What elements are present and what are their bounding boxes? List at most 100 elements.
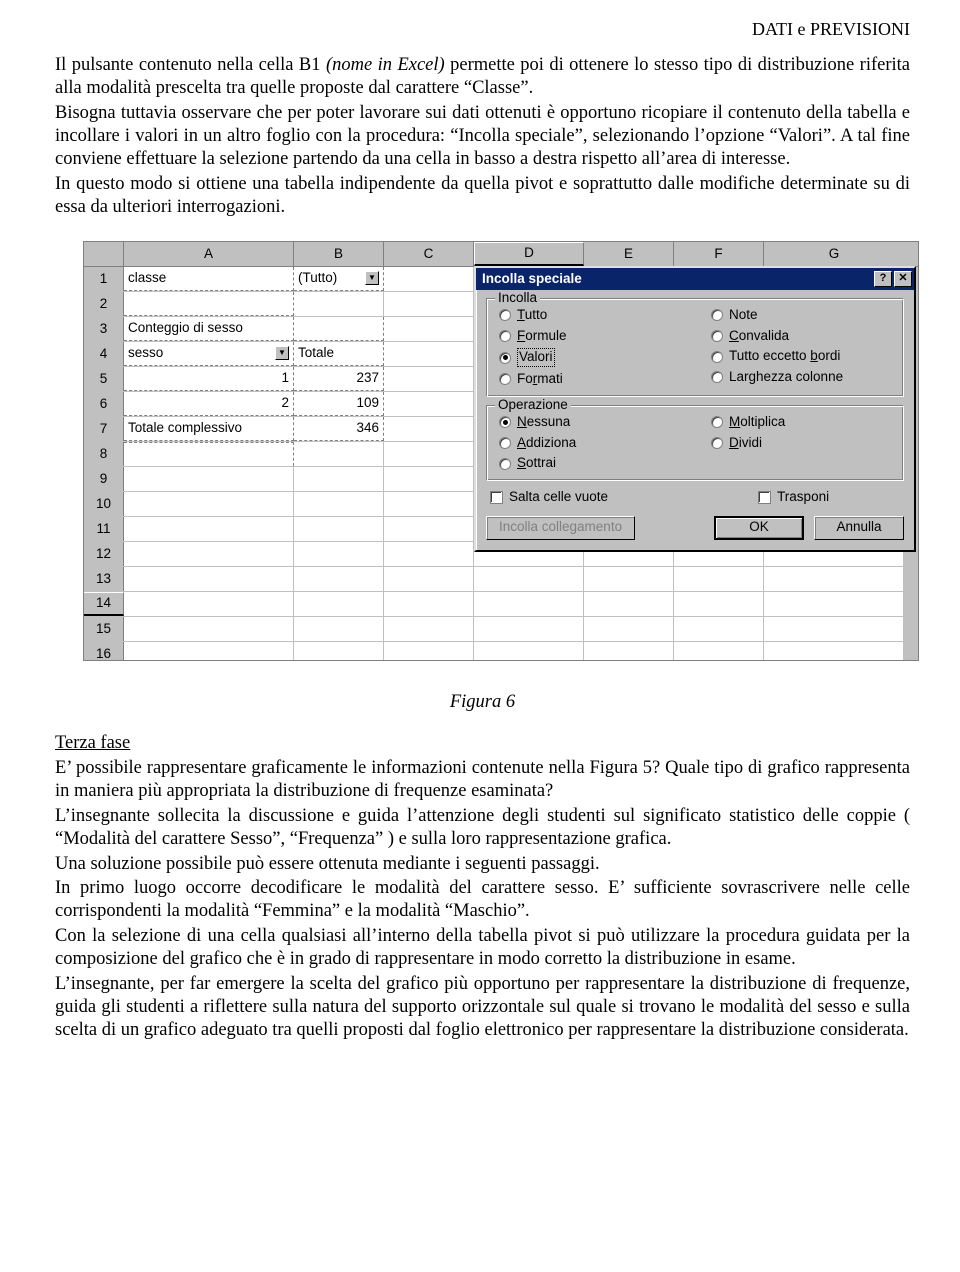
row-num[interactable]: 11: [84, 517, 124, 541]
row-num-7[interactable]: 7: [84, 417, 124, 441]
help-button[interactable]: ?: [874, 271, 892, 287]
cell[interactable]: [124, 617, 294, 641]
cell-c2[interactable]: [384, 292, 474, 316]
radio-moltiplica[interactable]: Moltiplica: [711, 414, 893, 431]
row-num[interactable]: 12: [84, 542, 124, 566]
radio-larghezza-colonne[interactable]: Larghezza colonne: [711, 369, 893, 386]
row-num[interactable]: 10: [84, 492, 124, 516]
radio-formati[interactable]: Formati: [499, 371, 681, 388]
cell-a2[interactable]: [124, 292, 294, 316]
cell[interactable]: [124, 517, 294, 541]
cell-b3[interactable]: [294, 317, 384, 341]
cell[interactable]: [764, 642, 904, 661]
radio-note[interactable]: Note: [711, 307, 893, 324]
row-num-2[interactable]: 2: [84, 292, 124, 316]
cell-c7[interactable]: [384, 417, 474, 441]
cell[interactable]: [474, 567, 584, 591]
radio-sottrai[interactable]: Sottrai: [499, 455, 681, 472]
radio-nessuna[interactable]: Nessuna: [499, 414, 681, 431]
cell-a5[interactable]: 1: [124, 367, 294, 391]
cell-a7[interactable]: Totale complessivo: [124, 417, 294, 441]
col-header-c[interactable]: C: [384, 242, 474, 266]
cell[interactable]: [294, 617, 384, 641]
cell[interactable]: [294, 492, 384, 516]
cell-c5[interactable]: [384, 367, 474, 391]
cell[interactable]: [474, 642, 584, 661]
cell-a8[interactable]: [124, 442, 294, 466]
row-num-3[interactable]: 3: [84, 317, 124, 341]
row-num-6[interactable]: 6: [84, 392, 124, 416]
cell[interactable]: [294, 567, 384, 591]
cell-b6[interactable]: 109: [294, 392, 384, 416]
cell[interactable]: [384, 517, 474, 541]
cell-a4[interactable]: sesso: [124, 342, 294, 366]
cell[interactable]: [764, 592, 904, 616]
row-num-5[interactable]: 5: [84, 367, 124, 391]
cancel-button[interactable]: Annulla: [814, 516, 904, 540]
radio-tutto[interactable]: Tutto: [499, 307, 681, 324]
cell[interactable]: [674, 642, 764, 661]
ok-button[interactable]: OK: [714, 516, 804, 540]
cell-c1[interactable]: [384, 267, 474, 291]
cell[interactable]: [294, 592, 384, 616]
checkbox-transpose[interactable]: Trasponi: [758, 489, 829, 506]
cell[interactable]: [124, 642, 294, 661]
col-header-d[interactable]: D: [474, 242, 584, 266]
cell-a6[interactable]: 2: [124, 392, 294, 416]
cell[interactable]: [294, 517, 384, 541]
cell[interactable]: [384, 592, 474, 616]
cell[interactable]: [584, 592, 674, 616]
radio-dividi[interactable]: Dividi: [711, 435, 893, 452]
col-header-f[interactable]: F: [674, 242, 764, 266]
cell[interactable]: [674, 592, 764, 616]
cell[interactable]: [764, 567, 904, 591]
cell[interactable]: [584, 617, 674, 641]
radio-addiziona[interactable]: Addiziona: [499, 435, 681, 452]
row-num[interactable]: 15: [84, 617, 124, 641]
cell[interactable]: [384, 542, 474, 566]
cell[interactable]: [474, 592, 584, 616]
radio-valori[interactable]: Valori: [499, 348, 681, 367]
cell[interactable]: [384, 617, 474, 641]
radio-convalida[interactable]: Convalida: [711, 328, 893, 345]
radio-tutto-eccetto-bordi[interactable]: Tutto eccetto bordi: [711, 348, 893, 365]
cell-c4[interactable]: [384, 342, 474, 366]
cell-b8[interactable]: [294, 442, 384, 466]
col-header-g[interactable]: G: [764, 242, 904, 266]
cell[interactable]: [124, 492, 294, 516]
radio-formule[interactable]: Formule: [499, 328, 681, 345]
row-num[interactable]: 13: [84, 567, 124, 591]
cell[interactable]: [294, 542, 384, 566]
cell[interactable]: [124, 592, 294, 616]
cell-c8[interactable]: [384, 442, 474, 466]
cell[interactable]: [124, 542, 294, 566]
row-num-4[interactable]: 4: [84, 342, 124, 366]
col-header-e[interactable]: E: [584, 242, 674, 266]
dialog-titlebar[interactable]: Incolla speciale ? ✕: [476, 268, 914, 290]
cell-b5[interactable]: 237: [294, 367, 384, 391]
close-icon[interactable]: ✕: [894, 271, 912, 287]
cell[interactable]: [124, 567, 294, 591]
row-num[interactable]: 9: [84, 467, 124, 491]
cell[interactable]: [384, 642, 474, 661]
cell[interactable]: [474, 617, 584, 641]
cell[interactable]: [124, 467, 294, 491]
cell[interactable]: [384, 567, 474, 591]
cell[interactable]: [584, 567, 674, 591]
col-header-a[interactable]: A: [124, 242, 294, 266]
select-all-corner[interactable]: [84, 242, 124, 266]
cell[interactable]: [294, 467, 384, 491]
row-num-14[interactable]: 14: [84, 592, 124, 616]
row-num[interactable]: 16: [84, 642, 124, 661]
cell-b4[interactable]: Totale: [294, 342, 384, 366]
cell-b1[interactable]: (Tutto): [294, 267, 384, 291]
cell[interactable]: [764, 617, 904, 641]
cell-a1[interactable]: classe: [124, 267, 294, 291]
row-num-8[interactable]: 8: [84, 442, 124, 466]
cell[interactable]: [294, 642, 384, 661]
cell[interactable]: [384, 467, 474, 491]
dropdown-icon[interactable]: [275, 346, 289, 360]
row-num-1[interactable]: 1: [84, 267, 124, 291]
dropdown-icon[interactable]: [365, 271, 379, 285]
col-header-b[interactable]: B: [294, 242, 384, 266]
